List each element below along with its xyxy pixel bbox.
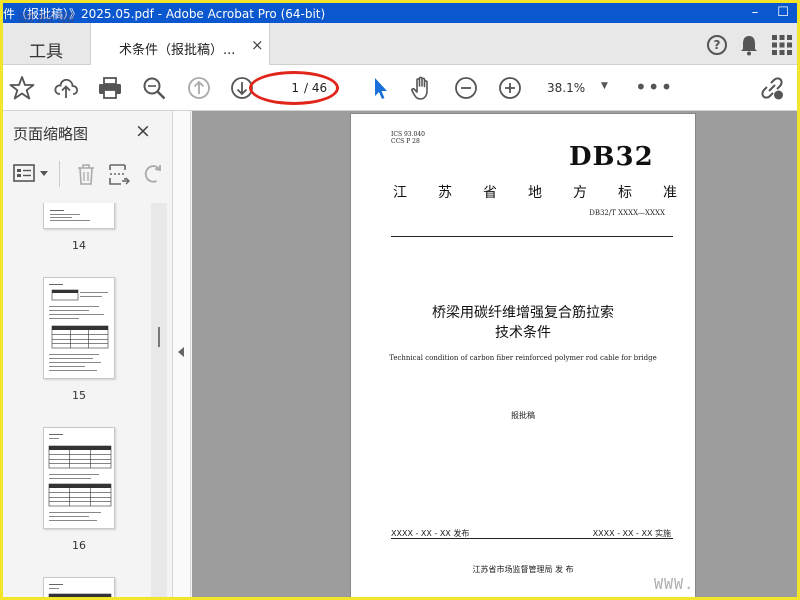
bell-icon[interactable] [739, 34, 759, 56]
thumbnail-list[interactable]: 14 15 16 [3, 203, 151, 597]
tab-document-label: 术条件（报批稿）... [119, 43, 236, 58]
publisher: 江苏省市场监督管理局 发 布 [472, 565, 574, 574]
previous-page-icon[interactable] [186, 75, 212, 101]
category-char: 地 [528, 185, 542, 201]
english-title: Technical condition of carbon fiber rein… [389, 354, 657, 362]
zoom-value: 38.1% [547, 81, 586, 95]
print-icon[interactable] [97, 75, 123, 101]
thumbnail-label: 16 [72, 539, 86, 552]
tab-document[interactable]: 术条件（报批稿）... × [90, 23, 270, 66]
zoom-in-icon[interactable] [497, 75, 523, 101]
more-tools-button[interactable]: ••• [635, 75, 673, 99]
rotate-icon[interactable] [141, 162, 165, 186]
trash-icon[interactable] [75, 162, 97, 186]
category-char: 准 [663, 185, 677, 201]
category-char: 标 [618, 185, 632, 201]
panel-title: 页面缩略图 [13, 125, 89, 143]
zoom-out-icon[interactable] [453, 75, 479, 101]
maximize-button[interactable]: ☐ [769, 3, 797, 23]
red-highlight-ellipse [249, 71, 339, 105]
extract-pages-icon[interactable] [107, 162, 131, 186]
category-char: 方 [573, 185, 587, 201]
page-thumbnails-panel: 页面缩略图 × 14 15 16 [3, 111, 173, 597]
apps-grid-icon[interactable] [771, 34, 793, 56]
thumbnail-scrollbar[interactable] [151, 203, 167, 597]
acrobat-window: 件（报批稿）》2025.05.pdf - Adobe Acrobat Pro (… [3, 3, 797, 597]
chevron-left-icon [178, 347, 184, 357]
document-subtitle: 技术条件 [495, 325, 551, 341]
standard-category: 江 苏 省 地 方 标 准 [393, 182, 677, 202]
main-toolbar: 1 / 46 38.1% ▼ ••• [3, 65, 797, 111]
thumbnail-page-17[interactable] [43, 577, 115, 597]
draft-status: 报批稿 [511, 411, 535, 420]
pdf-page: ICS 93.040 CCS P 28 DB32 江 苏 省 地 方 标 准 D… [350, 113, 696, 597]
thumbnail-label: 15 [72, 389, 86, 402]
hand-tool-icon[interactable] [409, 75, 435, 101]
minimize-button[interactable]: – [741, 3, 769, 23]
star-icon[interactable] [9, 75, 35, 101]
db-logo: DB32 [569, 142, 654, 172]
tab-tools[interactable]: 工具 [3, 23, 90, 65]
thumbnail-page-16[interactable] [43, 427, 115, 529]
document-title: 桥梁用碳纤维增强复合筋拉索 [432, 305, 614, 321]
footer-rule [391, 538, 673, 539]
standard-number: DB32/T XXXX—XXXX [589, 209, 665, 217]
category-char: 苏 [438, 185, 452, 201]
thumbnail-page-14[interactable] [43, 203, 115, 229]
help-icon[interactable]: ? [707, 35, 727, 55]
thumbnail-tools [11, 159, 166, 189]
category-char: 省 [483, 185, 497, 201]
zoom-search-icon[interactable] [141, 75, 167, 101]
share-link-icon[interactable] [759, 75, 785, 101]
collapse-panel-button[interactable] [173, 111, 191, 597]
toolbar-divider [59, 161, 60, 187]
corner-watermark: WWW. [654, 575, 695, 593]
zoom-level-dropdown[interactable]: 38.1% ▼ [539, 78, 615, 98]
thumbnail-label: 14 [72, 239, 86, 252]
chevron-down-icon: ▼ [601, 81, 608, 91]
select-cursor-icon[interactable] [367, 75, 393, 101]
ics-code: ICS 93.040 [391, 131, 425, 138]
document-view[interactable]: ICS 93.040 CCS P 28 DB32 江 苏 省 地 方 标 准 D… [192, 111, 797, 597]
upload-cloud-icon[interactable] [53, 75, 79, 101]
thumbnail-page-15[interactable] [43, 277, 115, 379]
scrollbar-handle[interactable] [158, 327, 160, 347]
tab-bar: 工具 术条件（报批稿）... × ? [3, 23, 797, 66]
title-bar: 件（报批稿）》2025.05.pdf - Adobe Acrobat Pro (… [3, 3, 797, 32]
ccs-code: CCS P 28 [391, 138, 420, 145]
header-rule [391, 236, 673, 237]
category-char: 江 [393, 185, 407, 201]
panel-close-button[interactable]: × [135, 120, 151, 142]
thumbnail-options-icon[interactable] [13, 163, 51, 185]
tab-close-button[interactable]: × [251, 36, 264, 54]
